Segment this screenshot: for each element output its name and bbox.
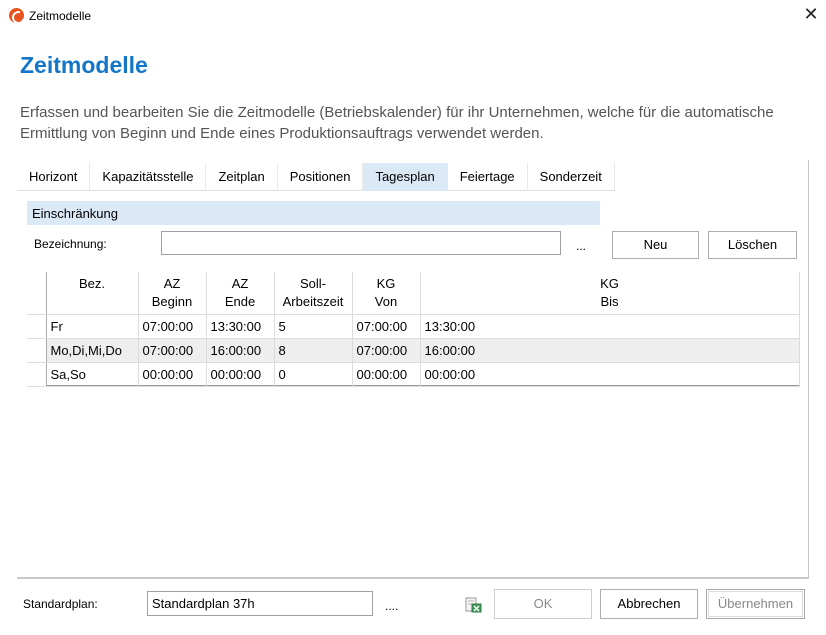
column-header-az-beginn[interactable]: AZ Beginn	[138, 272, 207, 315]
cell-az-ende[interactable]: 13:30:00	[206, 314, 275, 339]
tab-feiertage[interactable]: Feiertage	[448, 163, 528, 191]
standardplan-label: Standardplan:	[23, 597, 98, 611]
excel-export-icon[interactable]	[465, 597, 482, 613]
delete-button[interactable]: Löschen	[708, 231, 797, 259]
table-row[interactable]: Sa,So 00:00:00 00:00:00 0 00:00:00 00:00…	[27, 362, 800, 387]
close-button[interactable]: ✕	[796, 0, 826, 30]
standardplan-browse-button[interactable]: ....	[385, 599, 398, 613]
apply-button[interactable]: Übernehmen	[706, 589, 805, 619]
column-header-az-ende[interactable]: AZ Ende	[206, 272, 275, 315]
cell-kg-von[interactable]: 00:00:00	[352, 362, 421, 387]
footer-divider	[17, 578, 809, 579]
cell-az-beginn[interactable]: 07:00:00	[138, 338, 207, 363]
row-selector[interactable]	[27, 338, 47, 363]
column-header-bez[interactable]: Bez.	[46, 272, 139, 315]
column-header-kg-von[interactable]: KG Von	[352, 272, 421, 315]
cell-soll-arbeitszeit[interactable]: 0	[274, 362, 353, 387]
cell-az-ende[interactable]: 16:00:00	[206, 338, 275, 363]
new-button[interactable]: Neu	[612, 231, 699, 259]
table-row[interactable]: Fr 07:00:00 13:30:00 5 07:00:00 13:30:00	[27, 314, 800, 339]
cell-kg-bis[interactable]: 16:00:00	[420, 338, 800, 363]
cell-kg-von[interactable]: 07:00:00	[352, 338, 421, 363]
standardplan-input[interactable]	[147, 591, 373, 616]
title-bar: Zeitmodelle ✕	[0, 0, 826, 32]
tab-panel: Horizont Kapazitätsstelle Zeitplan Posit…	[17, 160, 809, 578]
cell-az-ende[interactable]: 00:00:00	[206, 362, 275, 387]
section-header: Einschränkung	[27, 201, 600, 225]
tab-sonderzeit[interactable]: Sonderzeit	[528, 163, 615, 191]
cell-kg-bis[interactable]: 13:30:00	[420, 314, 800, 339]
tab-kapazitaetsstelle[interactable]: Kapazitätsstelle	[90, 163, 207, 191]
page-title: Zeitmodelle	[20, 52, 148, 78]
column-header-soll-arbeitszeit[interactable]: Soll- Arbeitszeit	[274, 272, 353, 315]
cancel-button[interactable]: Abbrechen	[600, 589, 698, 619]
cell-soll-arbeitszeit[interactable]: 5	[274, 314, 353, 339]
cell-az-beginn[interactable]: 07:00:00	[138, 314, 207, 339]
row-selector[interactable]	[27, 314, 47, 339]
ok-button[interactable]: OK	[494, 589, 592, 619]
tab-positionen[interactable]: Positionen	[278, 163, 364, 191]
section-title: Einschränkung	[32, 206, 118, 221]
grid-header-row: Bez. AZ Beginn AZ Ende Soll- Arbeitszeit KG…	[27, 272, 800, 315]
table-row[interactable]: Mo,Di,Mi,Do 07:00:00 16:00:00 8 07:00:00…	[27, 338, 800, 363]
window-title: Zeitmodelle	[29, 9, 92, 23]
bezeichnung-label: Bezeichnung:	[34, 237, 107, 251]
cell-az-beginn[interactable]: 00:00:00	[138, 362, 207, 387]
cell-kg-bis[interactable]: 00:00:00	[420, 362, 800, 387]
bezeichnung-browse-button[interactable]: ...	[576, 239, 586, 253]
tab-horizont[interactable]: Horizont	[17, 163, 91, 191]
column-header-kg-bis[interactable]: KG Bis	[420, 272, 800, 315]
cell-kg-von[interactable]: 07:00:00	[352, 314, 421, 339]
row-selector[interactable]	[27, 362, 47, 387]
tagesplan-grid: Bez. AZ Beginn AZ Ende Soll- Arbeitszeit KG…	[27, 272, 800, 387]
cell-bez[interactable]: Mo,Di,Mi,Do	[46, 338, 139, 363]
tab-bar: Horizont Kapazitätsstelle Zeitplan Posit…	[17, 163, 615, 191]
row-header-corner	[27, 272, 47, 315]
dialog-window: Zeitmodelle ✕ Zeitmodelle Erfassen und b…	[0, 0, 826, 635]
page-description: Erfassen und bearbeiten Sie die Zeitmode…	[20, 104, 774, 142]
bezeichnung-input[interactable]	[161, 231, 561, 255]
tab-tagesplan[interactable]: Tagesplan	[363, 163, 448, 191]
tab-zeitplan[interactable]: Zeitplan	[206, 163, 278, 191]
cell-bez[interactable]: Fr	[46, 314, 139, 339]
cell-bez[interactable]: Sa,So	[46, 362, 139, 387]
app-logo-icon	[9, 8, 24, 23]
cell-soll-arbeitszeit[interactable]: 8	[274, 338, 353, 363]
